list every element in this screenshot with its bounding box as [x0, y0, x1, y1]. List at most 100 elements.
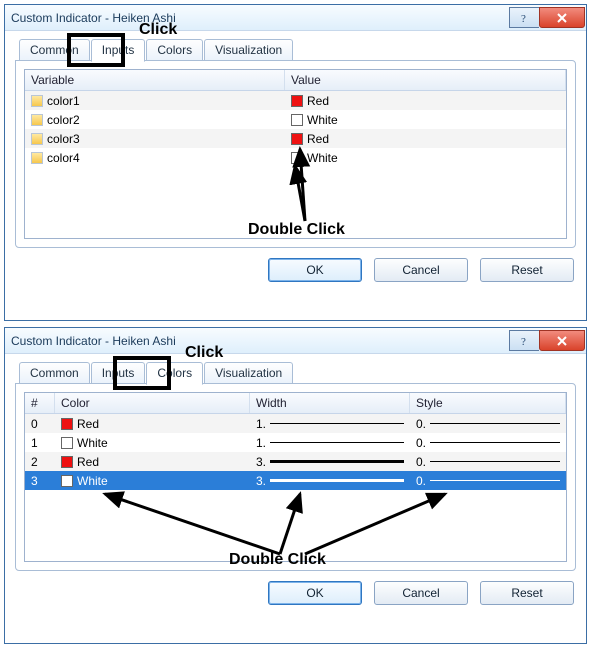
- svg-text:?: ?: [521, 336, 526, 347]
- width-val: 1.: [256, 417, 266, 431]
- ok-button[interactable]: OK: [268, 258, 362, 282]
- header-value: Value: [285, 70, 566, 90]
- color-name: White: [77, 474, 108, 488]
- window-title: Custom Indicator - Heiken Ashi: [11, 11, 176, 25]
- help-button[interactable]: ?: [509, 7, 539, 28]
- cancel-button[interactable]: Cancel: [374, 581, 468, 605]
- variable-icon: [31, 114, 43, 126]
- width-preview: [270, 442, 404, 443]
- window-title: Custom Indicator - Heiken Ashi: [11, 334, 176, 348]
- row-idx: 3: [31, 474, 38, 488]
- header-variable: Variable: [25, 70, 285, 90]
- color-name: Red: [77, 417, 99, 431]
- header-style: Style: [410, 393, 566, 413]
- grid-body: color1 Red color2 White color3 Red color…: [25, 91, 566, 167]
- titlebar: Custom Indicator - Heiken Ashi ?: [5, 328, 586, 354]
- color-name: White: [307, 151, 338, 165]
- style-val: 0.: [416, 417, 426, 431]
- variable-icon: [31, 152, 43, 164]
- dialog-body: Click Common Inputs Colors Visualization…: [5, 354, 586, 615]
- row-idx: 1: [31, 436, 38, 450]
- color-name: Red: [307, 132, 329, 146]
- color-swatch: [291, 95, 303, 107]
- style-val: 0.: [416, 474, 426, 488]
- grid-row[interactable]: color4 White: [25, 148, 566, 167]
- button-row: OK Cancel Reset: [15, 258, 576, 282]
- color-name: Red: [307, 94, 329, 108]
- colors-dialog: Custom Indicator - Heiken Ashi ? Click C…: [4, 327, 587, 644]
- tab-common[interactable]: Common: [19, 362, 90, 384]
- grid-row[interactable]: 2 Red 3. 0.: [25, 452, 566, 471]
- width-preview: [270, 423, 404, 424]
- grid-row[interactable]: color3 Red: [25, 129, 566, 148]
- grid-row[interactable]: 1 White 1. 0.: [25, 433, 566, 452]
- reset-button[interactable]: Reset: [480, 581, 574, 605]
- reset-button[interactable]: Reset: [480, 258, 574, 282]
- tab-visualization[interactable]: Visualization: [204, 362, 293, 384]
- var-name: color2: [47, 113, 80, 127]
- row-idx: 2: [31, 455, 38, 469]
- dialog-body: Click Common Inputs Colors Visualization…: [5, 31, 586, 292]
- style-preview: [430, 461, 560, 462]
- tab-inputs[interactable]: Inputs: [91, 39, 146, 62]
- variable-icon: [31, 133, 43, 145]
- width-val: 3.: [256, 474, 266, 488]
- width-val: 3.: [256, 455, 266, 469]
- grid-row[interactable]: color1 Red: [25, 91, 566, 110]
- color-swatch: [61, 456, 73, 468]
- style-preview: [430, 480, 560, 481]
- close-button[interactable]: [539, 330, 585, 351]
- style-preview: [430, 423, 560, 424]
- grid-row[interactable]: 0 Red 1. 0.: [25, 414, 566, 433]
- grid-header: Variable Value: [25, 70, 566, 91]
- cancel-button[interactable]: Cancel: [374, 258, 468, 282]
- grid-row[interactable]: color2 White: [25, 110, 566, 129]
- help-button[interactable]: ?: [509, 330, 539, 351]
- grid-row-selected[interactable]: 3 White 3. 0.: [25, 471, 566, 490]
- tab-panel: # Color Width Style 0 Red 1. 0. 1: [15, 383, 576, 571]
- width-preview: [270, 460, 404, 463]
- style-val: 0.: [416, 455, 426, 469]
- row-idx: 0: [31, 417, 38, 431]
- color-name: White: [77, 436, 108, 450]
- tab-inputs[interactable]: Inputs: [91, 362, 146, 384]
- style-preview: [430, 442, 560, 443]
- inputs-grid[interactable]: Variable Value color1 Red color2 White c…: [24, 69, 567, 239]
- button-row: OK Cancel Reset: [15, 581, 576, 605]
- inputs-dialog: Custom Indicator - Heiken Ashi ? Click C…: [4, 4, 587, 321]
- tab-colors[interactable]: Colors: [146, 39, 203, 61]
- width-val: 1.: [256, 436, 266, 450]
- color-name: Red: [77, 455, 99, 469]
- var-name: color1: [47, 94, 80, 108]
- style-val: 0.: [416, 436, 426, 450]
- tab-colors[interactable]: Colors: [146, 362, 203, 385]
- header-width: Width: [250, 393, 410, 413]
- color-swatch: [61, 437, 73, 449]
- color-swatch: [291, 114, 303, 126]
- variable-icon: [31, 95, 43, 107]
- var-name: color4: [47, 151, 80, 165]
- titlebar-buttons: ?: [509, 330, 585, 351]
- color-swatch: [61, 418, 73, 430]
- color-name: White: [307, 113, 338, 127]
- tab-common[interactable]: Common: [19, 39, 90, 61]
- close-button[interactable]: [539, 7, 585, 28]
- grid-body: 0 Red 1. 0. 1 White 1. 0. 2: [25, 414, 566, 490]
- ok-button[interactable]: OK: [268, 581, 362, 605]
- grid-header: # Color Width Style: [25, 393, 566, 414]
- colors-grid[interactable]: # Color Width Style 0 Red 1. 0. 1: [24, 392, 567, 562]
- color-swatch: [291, 133, 303, 145]
- tab-row: Common Inputs Colors Visualization: [19, 39, 576, 61]
- color-swatch: [61, 475, 73, 487]
- color-swatch: [291, 152, 303, 164]
- width-preview: [270, 479, 404, 482]
- tab-panel: Variable Value color1 Red color2 White c…: [15, 60, 576, 248]
- var-name: color3: [47, 132, 80, 146]
- titlebar: Custom Indicator - Heiken Ashi ?: [5, 5, 586, 31]
- tab-row: Common Inputs Colors Visualization: [19, 362, 576, 384]
- tab-visualization[interactable]: Visualization: [204, 39, 293, 61]
- titlebar-buttons: ?: [509, 7, 585, 28]
- header-color: Color: [55, 393, 250, 413]
- svg-text:?: ?: [521, 13, 526, 24]
- header-idx: #: [25, 393, 55, 413]
